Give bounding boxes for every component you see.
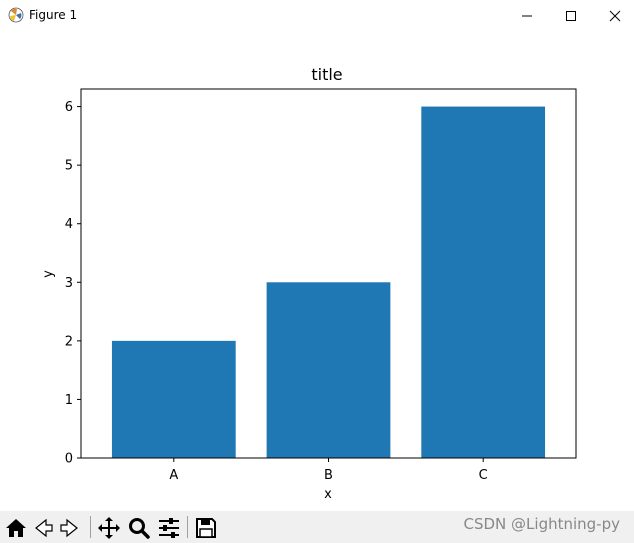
x-tick-label: B <box>324 468 333 483</box>
back-button[interactable] <box>31 516 55 540</box>
toolbar-separator <box>90 516 91 538</box>
close-icon <box>609 10 621 21</box>
minimize-button[interactable] <box>504 0 550 31</box>
forward-button[interactable] <box>58 516 82 540</box>
maximize-button[interactable] <box>548 0 594 31</box>
configure-subplots-button[interactable] <box>157 516 181 540</box>
home-button[interactable] <box>4 516 28 540</box>
bar-B <box>266 282 391 458</box>
bar-A <box>111 340 236 458</box>
navigation-toolbar: CSDN @Lightning-py <box>0 511 634 543</box>
y-tick-label: 3 <box>65 276 73 291</box>
chart-title: title <box>311 65 342 84</box>
y-ticks: 0 1 2 3 4 5 6 <box>65 100 81 467</box>
y-axis-label: y <box>41 270 56 278</box>
watermark: CSDN @Lightning-py <box>463 515 620 533</box>
window-title: Figure 1 <box>29 8 78 22</box>
bar-chart: title 0 1 2 3 4 5 6 A B C x y <box>41 65 577 502</box>
figure-window: Figure 1 title 0 1 2 3 4 5 6 A B C x y CSDN @Lig… <box>0 0 634 543</box>
y-tick-label: 5 <box>65 159 73 174</box>
bar-C <box>421 106 546 459</box>
y-tick-label: 2 <box>65 334 73 349</box>
title-bar: Figure 1 <box>0 0 634 31</box>
y-tick-label: 4 <box>65 217 73 232</box>
forward-icon <box>60 518 78 538</box>
zoom-icon <box>129 518 150 539</box>
close-button[interactable] <box>592 0 634 31</box>
x-tick-label: A <box>169 468 178 483</box>
maximize-icon <box>566 10 576 21</box>
y-tick-label: 6 <box>65 100 73 115</box>
matplotlib-icon <box>8 7 24 23</box>
y-tick-label: 1 <box>65 393 73 408</box>
figure-canvas[interactable]: title 0 1 2 3 4 5 6 A B C x y <box>0 31 634 511</box>
minimize-icon <box>522 15 532 16</box>
save-button[interactable] <box>194 516 218 540</box>
save-icon <box>196 518 216 538</box>
x-ticks: A B C <box>169 458 488 483</box>
zoom-button[interactable] <box>127 516 151 540</box>
x-axis-label: x <box>324 487 332 502</box>
pan-button[interactable] <box>97 516 121 540</box>
configure-subplots-icon <box>159 518 179 538</box>
back-icon <box>35 518 53 538</box>
x-tick-label: C <box>479 468 488 483</box>
home-icon <box>6 519 26 537</box>
pan-icon <box>98 517 120 539</box>
toolbar-separator <box>187 516 188 538</box>
y-tick-label: 0 <box>65 452 73 467</box>
bars-layer <box>111 106 546 459</box>
